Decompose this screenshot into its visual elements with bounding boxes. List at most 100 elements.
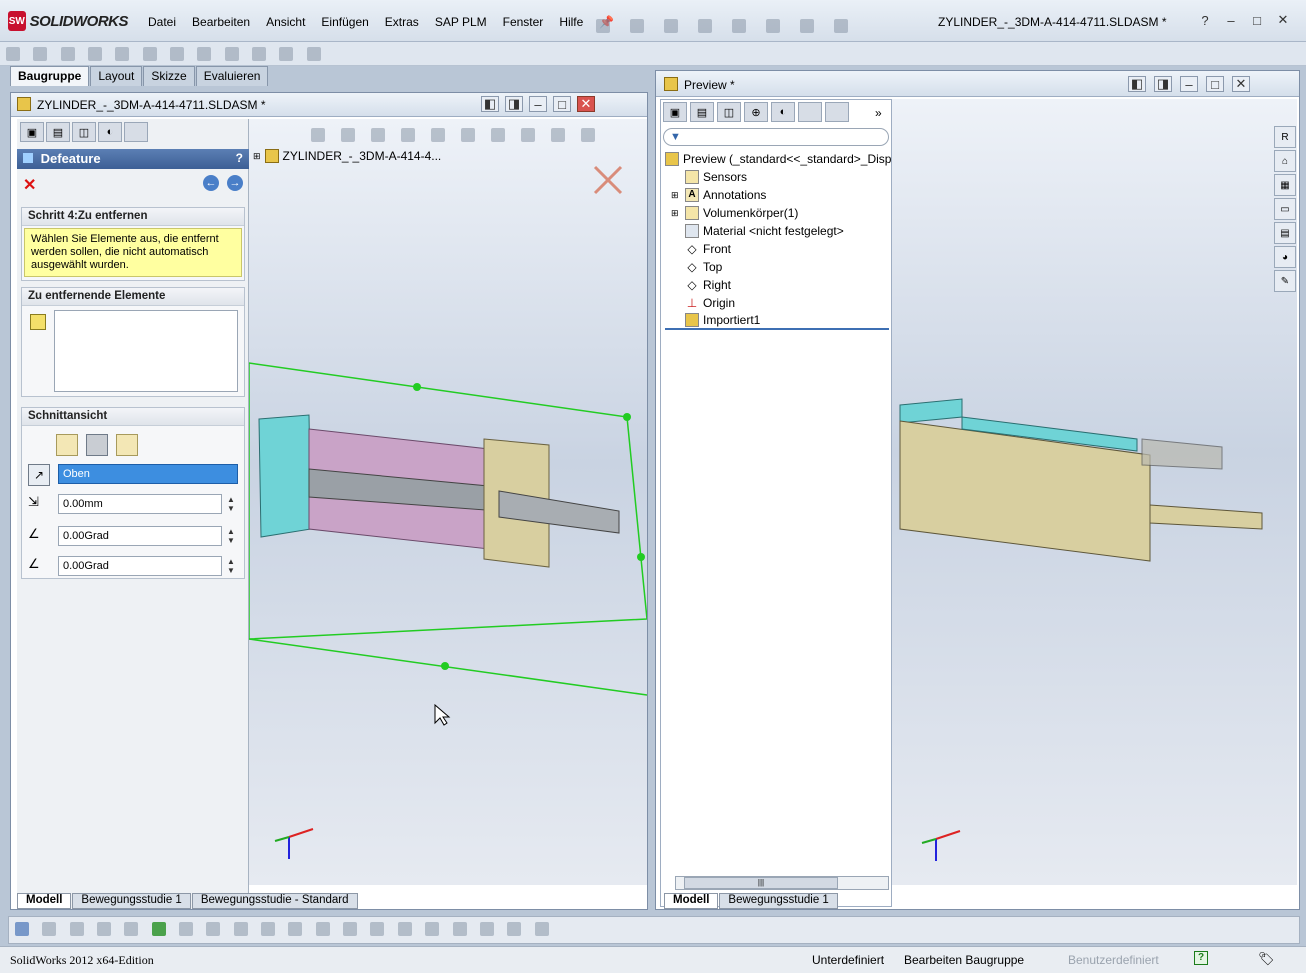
preview-close-button[interactable]: ✕ (1232, 76, 1250, 92)
tree-item-top-plane[interactable]: ◇ Top (665, 258, 889, 276)
empty-tab[interactable] (825, 102, 849, 122)
tree-item-imported[interactable]: Importiert1 (665, 312, 889, 330)
filter-all-icon[interactable] (42, 922, 57, 936)
file-explorer-icon[interactable]: ▭ (1274, 198, 1296, 220)
filter-datum-targets-icon[interactable] (425, 922, 440, 936)
configuration-manager-tab-icon[interactable]: ◫ (72, 122, 96, 142)
angle-x-spinner[interactable]: ▲ ▼ (226, 526, 236, 546)
custom-properties-icon[interactable]: ✎ (1274, 270, 1296, 292)
section-plane-right-icon[interactable] (116, 434, 138, 456)
section-plane-front-icon[interactable] (56, 434, 78, 456)
filter-faces-icon[interactable] (151, 922, 166, 936)
preview-maximize-button[interactable]: □ (1206, 76, 1224, 92)
menu-bearbeiten[interactable]: Bearbeiten (184, 12, 258, 32)
tab-bewegungsstudie-1[interactable]: Bewegungsstudie 1 (72, 893, 191, 909)
next-arrow-icon[interactable]: → (227, 175, 243, 191)
tile-left-button[interactable]: ◧ (481, 96, 499, 112)
tab-bewegungsstudie-1[interactable]: Bewegungsstudie 1 (719, 893, 838, 909)
menu-extras[interactable]: Extras (377, 12, 427, 32)
empty-tab[interactable] (798, 102, 822, 122)
save-icon[interactable] (664, 19, 678, 33)
tree-item-sensors[interactable]: Sensors (665, 168, 889, 186)
menu-sap-plm[interactable]: SAP PLM (427, 12, 495, 32)
units-status[interactable]: Benutzerdefiniert (1068, 953, 1159, 967)
property-manager-tab-icon[interactable]: ▤ (46, 122, 70, 142)
menu-fenster[interactable]: Fenster (495, 12, 552, 32)
rebuild-icon[interactable] (800, 19, 814, 33)
remove-elements-list[interactable] (54, 310, 238, 392)
insert-component-icon[interactable] (6, 47, 20, 61)
back-arrow-icon[interactable]: ← (203, 175, 219, 191)
angle-y-spinner[interactable]: ▲ ▼ (226, 556, 236, 576)
help-question-icon[interactable]: ? (236, 151, 243, 165)
doc-close-button[interactable]: ✕ (577, 96, 595, 112)
appearances-icon[interactable]: ◕ (1274, 246, 1296, 268)
tree-item-origin[interactable]: ⊥ Origin (665, 294, 889, 312)
expand-icon[interactable]: ⊞ (671, 208, 681, 219)
preview-minimize-button[interactable]: – (1180, 76, 1198, 92)
tile-right-button[interactable]: ◨ (505, 96, 523, 112)
tree-item-solid-bodies[interactable]: ⊞ Volumenkörper(1) (665, 204, 889, 222)
tab-modell[interactable]: Modell (664, 893, 719, 909)
expand-icon[interactable]: ⊞ (671, 190, 681, 201)
filter-surface-finish-icon[interactable] (370, 922, 385, 936)
filter-surface-bodies-icon[interactable] (179, 922, 194, 936)
help-status-icon[interactable]: ? (1194, 951, 1208, 965)
tree-item-material[interactable]: Material <nicht festgelegt> (665, 222, 889, 240)
print-icon[interactable] (698, 19, 712, 33)
empty-tab[interactable] (124, 122, 148, 142)
menu-ansicht[interactable]: Ansicht (258, 12, 313, 32)
tab-skizze[interactable]: Skizze (143, 66, 195, 86)
solidworks-logo[interactable]: SW SOLIDWORKS (8, 10, 129, 32)
tree-root[interactable]: Preview (_standard<<_standard>_Displ (665, 150, 894, 168)
filter-sketch-points-icon[interactable] (288, 922, 303, 936)
menu-einfuegen[interactable]: Einfügen (313, 12, 376, 32)
new-motion-study-icon[interactable] (224, 47, 239, 61)
tab-bewegungsstudie-standard[interactable]: Bewegungsstudie - Standard (191, 893, 358, 909)
undo-icon[interactable] (732, 19, 746, 33)
tree-filter-field[interactable]: ▼ (663, 128, 889, 146)
filter-weld-symbols-icon[interactable] (397, 922, 412, 936)
display-manager-tab-icon[interactable]: ◐ (771, 102, 795, 122)
filter-solid-bodies-icon[interactable] (206, 922, 221, 936)
minimize-button[interactable]: – (1222, 12, 1240, 28)
remove-group-title[interactable]: Zu entfernende Elemente (22, 288, 244, 306)
exploded-view-icon[interactable] (279, 47, 294, 61)
design-library-icon[interactable]: ▦ (1274, 174, 1296, 196)
filter-edges-icon[interactable] (124, 922, 139, 936)
select-icon[interactable] (766, 19, 780, 33)
filter-cosmetic-threads-icon[interactable] (452, 922, 467, 936)
linear-pattern-icon[interactable] (60, 47, 75, 61)
doc-maximize-button[interactable]: □ (553, 96, 571, 112)
help-icon[interactable]: ? (1196, 12, 1214, 28)
open-icon[interactable] (630, 19, 644, 33)
doc-minimize-button[interactable]: – (529, 96, 547, 112)
dimxpert-tab-icon[interactable]: ⊕ (744, 102, 768, 122)
solidworks-resources-icon[interactable]: R (1274, 126, 1296, 148)
more-tabs-chevron-icon[interactable]: » (875, 106, 882, 120)
filter-planes-icon[interactable] (261, 922, 276, 936)
angle-x-field[interactable]: 0.00Grad (58, 526, 222, 546)
tab-baugruppe[interactable]: Baugruppe (10, 66, 90, 86)
property-manager-tab-icon[interactable]: ▤ (690, 102, 714, 122)
bill-of-materials-icon[interactable] (252, 47, 267, 61)
offset-distance-field[interactable]: 0.00mm (58, 494, 222, 514)
assembly-features-icon[interactable] (170, 47, 185, 61)
preview-tile-left-button[interactable]: ◧ (1128, 76, 1146, 92)
view-palette-icon[interactable]: ▤ (1274, 222, 1296, 244)
step-group-title[interactable]: Schritt 4:Zu entfernen (22, 208, 244, 226)
tab-layout[interactable]: Layout (90, 66, 143, 86)
tab-evaluieren[interactable]: Evaluieren (195, 66, 269, 86)
menu-datei[interactable]: Datei (140, 12, 184, 32)
mate-icon[interactable] (33, 47, 48, 61)
filter-balloons-icon[interactable] (507, 922, 522, 936)
graphics-area-left[interactable]: ⊞ ZYLINDER_-_3DM-A-414-4... (249, 119, 647, 885)
select-cursor-icon[interactable] (69, 922, 84, 936)
maximize-button[interactable]: □ (1248, 12, 1266, 28)
feature-manager-tab-icon[interactable]: ▣ (663, 102, 687, 122)
display-manager-tab-icon[interactable]: ◐ (98, 122, 122, 142)
filter-dimensions-icon[interactable] (315, 922, 330, 936)
options-icon[interactable] (834, 19, 848, 33)
filter-blocks-icon[interactable] (479, 922, 494, 936)
section-group-title[interactable]: Schnittansicht (22, 408, 244, 426)
